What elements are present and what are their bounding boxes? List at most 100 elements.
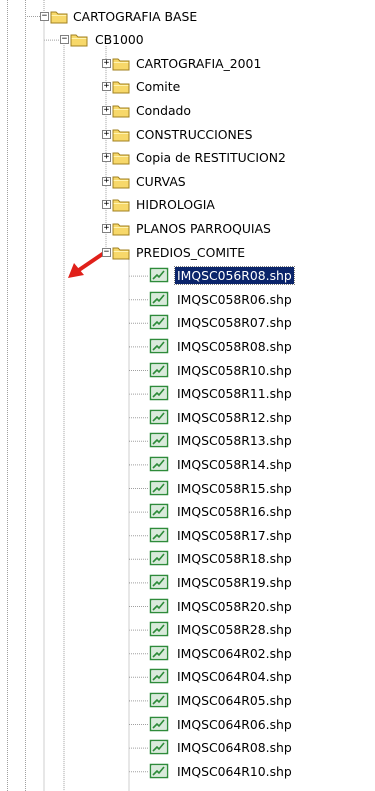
folder-label: CB1000 <box>95 32 144 48</box>
tree-node-cartografia-2001[interactable]: + CARTOGRAFIA_2001 <box>0 53 375 75</box>
collapse-toggle[interactable]: − <box>102 247 111 257</box>
shapefile-icon <box>149 480 169 496</box>
folder-icon <box>112 79 130 94</box>
expand-toggle[interactable]: + <box>102 58 111 68</box>
file-label: IMQSC058R18.shp <box>177 551 292 567</box>
tree-node-file[interactable]: IMQSC058R07.shp <box>0 312 375 334</box>
file-label: IMQSC058R06.shp <box>177 291 292 307</box>
tree-node-cb1000[interactable]: − CB1000 <box>0 29 375 51</box>
collapse-toggle[interactable]: − <box>60 35 69 45</box>
folder-icon <box>50 9 68 24</box>
folder-icon <box>112 127 130 142</box>
shapefile-icon <box>149 645 169 661</box>
tree-node-comite[interactable]: + Comite <box>0 76 375 98</box>
file-label: IMQSC058R28.shp <box>177 622 292 638</box>
shapefile-icon <box>149 739 169 755</box>
tree-node-file[interactable]: IMQSC058R17.shp <box>0 525 375 547</box>
shapefile-icon <box>149 385 169 401</box>
file-label: IMQSC058R10.shp <box>177 362 292 378</box>
tree-node-curvas[interactable]: + CURVAS <box>0 171 375 193</box>
file-label: IMQSC064R06.shp <box>177 716 292 732</box>
tree-node-file[interactable]: IMQSC058R08.shp <box>0 336 375 358</box>
tree-node-file[interactable]: IMQSC058R10.shp <box>0 360 375 382</box>
shapefile-icon <box>149 456 169 472</box>
tree-node-file[interactable]: IMQSC058R06.shp <box>0 289 375 311</box>
tree-node-file[interactable]: IMQSC064R10.shp <box>0 761 375 783</box>
tree-node-file[interactable]: IMQSC058R28.shp <box>0 619 375 641</box>
shapefile-icon <box>149 338 169 354</box>
expand-toggle[interactable]: + <box>102 105 111 115</box>
tree-node-file[interactable]: IMQSC058R12.shp <box>0 407 375 429</box>
folder-label: PLANOS PARROQUIAS <box>136 220 271 236</box>
file-label: IMQSC064R02.shp <box>177 645 292 661</box>
expand-toggle[interactable]: + <box>102 129 111 139</box>
shapefile-icon <box>149 527 169 543</box>
shapefile-icon <box>149 716 169 732</box>
shapefile-icon <box>149 598 169 614</box>
tree-node-file[interactable]: IMQSC058R11.shp <box>0 383 375 405</box>
tree-node-file[interactable]: IMQSC058R13.shp <box>0 430 375 452</box>
expand-toggle[interactable]: + <box>102 82 111 92</box>
tree-node-file[interactable]: IMQSC058R16.shp <box>0 501 375 523</box>
file-label: IMQSC058R16.shp <box>177 504 292 520</box>
tree-node-file[interactable]: IMQSC056R08.shp <box>0 265 375 287</box>
expand-toggle[interactable]: + <box>102 176 111 186</box>
shapefile-icon <box>149 432 169 448</box>
expand-toggle[interactable]: + <box>102 223 111 233</box>
shapefile-icon <box>149 314 169 330</box>
file-label: IMQSC056R08.shp <box>174 266 295 286</box>
shapefile-icon <box>149 503 169 519</box>
shapefile-icon <box>149 409 169 425</box>
tree-node-predios-comite[interactable]: − PREDIOS_COMITE <box>0 242 375 264</box>
folder-icon <box>112 103 130 118</box>
expand-toggle[interactable]: + <box>102 200 111 210</box>
tree-node-file[interactable]: IMQSC064R06.shp <box>0 714 375 736</box>
tree-node-file[interactable]: IMQSC058R20.shp <box>0 596 375 618</box>
tree-node-hidrologia[interactable]: + HIDROLOGIA <box>0 194 375 216</box>
catalog-tree: − CARTOGRAFIA BASE − CB1000 + CARTOGRAFIA_200… <box>0 0 375 791</box>
file-label: IMQSC058R13.shp <box>177 433 292 449</box>
shapefile-icon <box>149 621 169 637</box>
folder-icon <box>112 174 130 189</box>
folder-icon <box>70 32 88 47</box>
shapefile-icon <box>149 692 169 708</box>
file-label: IMQSC064R08.shp <box>177 740 292 756</box>
folder-icon <box>112 56 130 71</box>
tree-node-planos-parroquias[interactable]: + PLANOS PARROQUIAS <box>0 218 375 240</box>
tree-node-condado[interactable]: + Condado <box>0 100 375 122</box>
tree-node-file[interactable]: IMQSC058R19.shp <box>0 572 375 594</box>
file-label: IMQSC058R20.shp <box>177 598 292 614</box>
file-label: IMQSC058R11.shp <box>177 386 292 402</box>
tree-node-file[interactable]: IMQSC064R04.shp <box>0 666 375 688</box>
tree-node-file[interactable]: IMQSC058R15.shp <box>0 478 375 500</box>
file-label: IMQSC058R17.shp <box>177 527 292 543</box>
tree-node-file[interactable]: IMQSC058R18.shp <box>0 548 375 570</box>
collapse-toggle[interactable]: − <box>40 11 49 21</box>
shapefile-icon <box>149 763 169 779</box>
file-label: IMQSC058R19.shp <box>177 574 292 590</box>
tree-node-cartografia-base[interactable]: − CARTOGRAFIA BASE <box>0 6 375 28</box>
file-label: IMQSC064R05.shp <box>177 692 292 708</box>
tree-node-file[interactable]: IMQSC064R02.shp <box>0 643 375 665</box>
shapefile-icon <box>149 550 169 566</box>
shapefile-icon <box>149 267 169 283</box>
tree-node-construcciones[interactable]: + CONSTRUCCIONES <box>0 124 375 146</box>
file-label: IMQSC058R12.shp <box>177 409 292 425</box>
shapefile-icon <box>149 362 169 378</box>
folder-label: PREDIOS_COMITE <box>136 244 246 260</box>
folder-icon <box>112 150 130 165</box>
folder-icon <box>112 221 130 236</box>
shapefile-icon <box>149 574 169 590</box>
file-label: IMQSC058R08.shp <box>177 338 292 354</box>
folder-label: CARTOGRAFIA_2001 <box>136 55 262 71</box>
tree-node-copia-de-restitucion2[interactable]: + Copia de RESTITUCION2 <box>0 147 375 169</box>
folder-label: CONSTRUCCIONES <box>136 126 253 142</box>
tree-node-file[interactable]: IMQSC064R05.shp <box>0 690 375 712</box>
expand-toggle[interactable]: + <box>102 153 111 163</box>
tree-node-file[interactable]: IMQSC058R14.shp <box>0 454 375 476</box>
folder-icon <box>112 245 130 260</box>
shapefile-icon <box>149 291 169 307</box>
tree-node-file[interactable]: IMQSC064R08.shp <box>0 737 375 759</box>
folder-label: CURVAS <box>136 173 186 189</box>
folder-icon <box>112 197 130 212</box>
